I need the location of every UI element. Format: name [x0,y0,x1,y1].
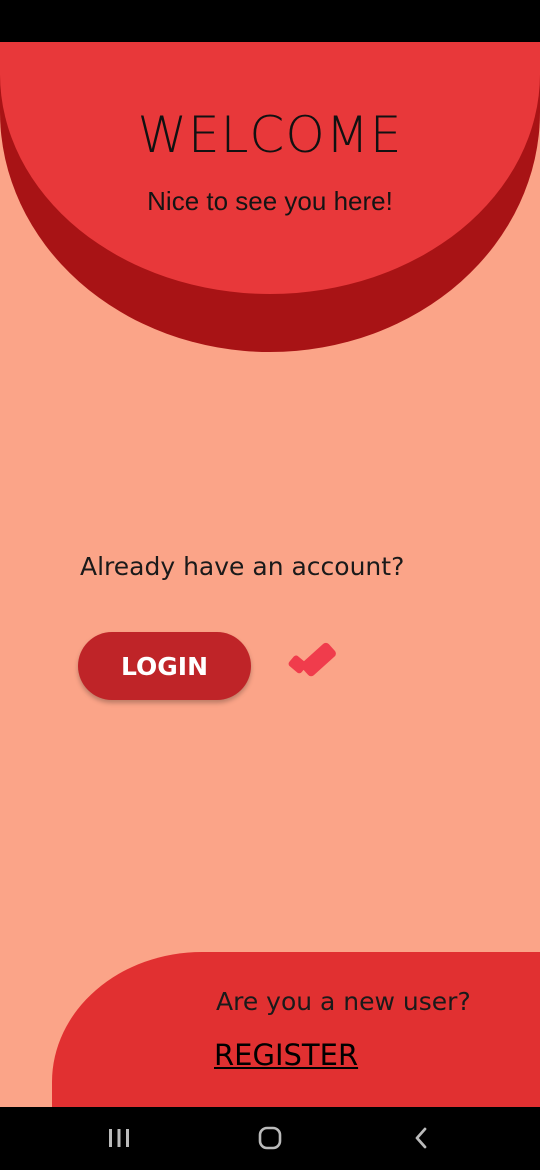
register-prompt: Are you a new user? [216,987,471,1016]
login-button[interactable]: LOGIN [78,632,251,700]
welcome-screen: WELCOME Nice to see you here! Already ha… [0,42,540,1107]
login-button-label: LOGIN [120,651,209,681]
status-bar [0,0,540,42]
register-panel [52,952,540,1107]
screen: WELCOME Nice to see you here! Already ha… [0,0,540,1170]
recent-apps-icon[interactable] [99,1123,139,1153]
welcome-subtitle: Nice to see you here! [147,186,393,216]
login-prompt: Already have an account? [80,552,405,581]
welcome-title: WELCOME [137,106,403,164]
checkmark-icon [288,642,336,677]
back-icon[interactable] [401,1123,441,1153]
system-nav-bar [0,1107,540,1170]
register-link[interactable]: REGISTER [214,1038,358,1072]
home-icon[interactable] [250,1123,290,1153]
